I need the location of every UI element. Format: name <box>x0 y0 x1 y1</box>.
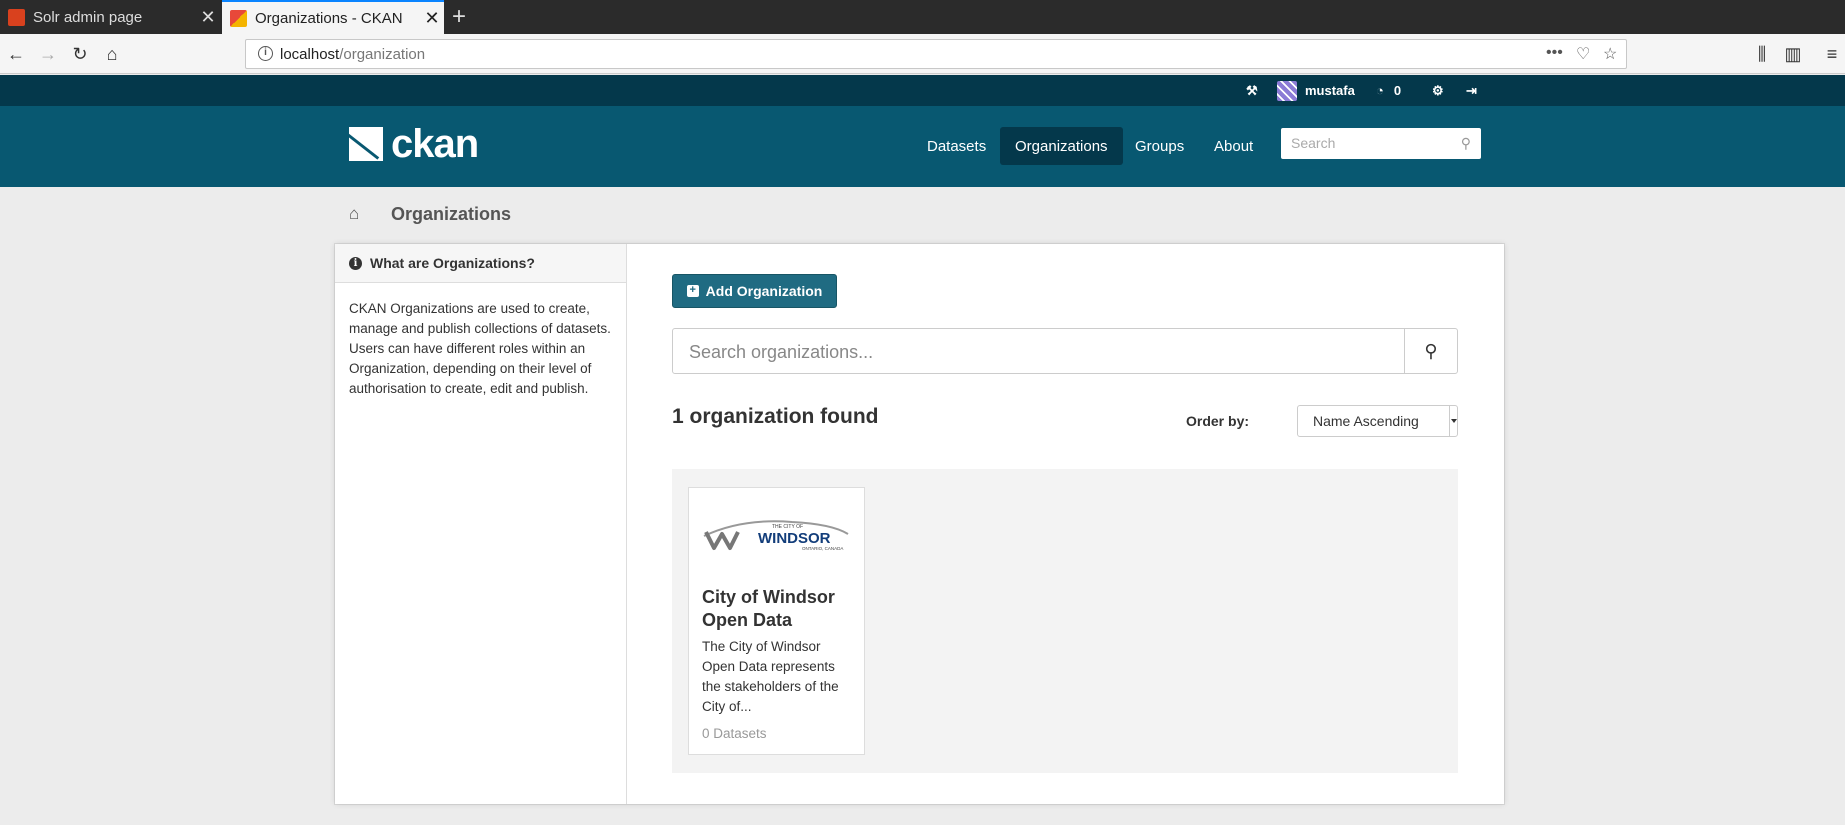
home-icon[interactable]: ⌂ <box>100 42 124 66</box>
search-submit-button[interactable]: ⚲ <box>1404 329 1457 373</box>
plus-square-icon: + <box>686 285 699 297</box>
logo-small-bottom: ONTARIO, CANADA <box>802 546 843 551</box>
close-icon[interactable]: ✕ <box>420 8 444 29</box>
organization-name[interactable]: City of Windsor Open Data <box>702 586 852 632</box>
nav-organizations[interactable]: Organizations <box>1000 127 1123 165</box>
add-organization-button[interactable]: + Add Organization <box>672 274 837 308</box>
sidebar-heading-text: What are Organizations? <box>370 255 535 271</box>
new-tab-icon[interactable]: + <box>452 3 466 31</box>
library-icon[interactable]: ⫼ <box>1750 42 1774 66</box>
more-icon[interactable]: ••• <box>1546 44 1563 62</box>
gear-icon[interactable]: ⚙ <box>1432 75 1444 106</box>
menu-icon[interactable]: ≡ <box>1820 42 1844 66</box>
close-icon[interactable]: ✕ <box>196 7 220 28</box>
avatar <box>1277 80 1297 101</box>
order-by-label: Order by: <box>1186 413 1250 429</box>
tab-title: Solr admin page <box>33 8 143 26</box>
sidebar-heading: i What are Organizations? <box>335 244 626 283</box>
user-link[interactable]: mustafa <box>1277 75 1355 106</box>
nav-groups[interactable]: Groups <box>1120 127 1199 165</box>
logo-word: WINDSOR <box>758 530 831 547</box>
tab-title: Organizations - CKAN <box>255 9 403 27</box>
organization-card[interactable]: THE CITY OF WINDSOR ONTARIO, CANADA City… <box>688 487 865 755</box>
reload-icon[interactable]: ↻ <box>68 42 92 66</box>
masthead: ckan Datasets Organizations Groups About… <box>0 106 1845 187</box>
solr-favicon-icon <box>8 8 25 26</box>
url-bar[interactable]: i localhost/organization ••• ♡ ☆ <box>245 39 1627 69</box>
dashboard-icon: ◔ <box>1376 83 1384 98</box>
windsor-logo-image: THE CITY OF WINDSOR ONTARIO, CANADA <box>703 520 849 551</box>
organization-dataset-count: 0 Datasets <box>702 726 767 741</box>
breadcrumb-home-icon[interactable]: ⌂ <box>349 204 359 224</box>
add-organization-label: Add Organization <box>705 283 823 299</box>
order-by-select[interactable]: Name Ascending <box>1297 405 1458 437</box>
nav-datasets[interactable]: Datasets <box>912 127 1001 165</box>
account-bar: ⚒ mustafa ◔ 0 ⚙ ⇥ <box>0 75 1845 106</box>
browser-tab-bar: Solr admin page ✕ Organizations - CKAN ✕… <box>0 0 1845 34</box>
logo-text: ckan <box>391 122 479 166</box>
back-arrow-icon[interactable]: ← <box>4 42 28 66</box>
organization-list: THE CITY OF WINDSOR ONTARIO, CANADA City… <box>672 469 1458 773</box>
ckan-logo[interactable]: ckan <box>349 122 479 166</box>
nav-about[interactable]: About <box>1199 127 1268 165</box>
organization-description: The City of Windsor Open Data represents… <box>702 639 839 714</box>
main-wrapper: i What are Organizations? CKAN Organizat… <box>335 244 1504 804</box>
sidebar-description: CKAN Organizations are used to create, m… <box>349 301 611 396</box>
primary-content: + Add Organization Search organizations.… <box>627 244 1504 804</box>
sysadmin-hammer-icon[interactable]: ⚒ <box>1246 75 1258 106</box>
order-by-value: Name Ascending <box>1313 413 1419 429</box>
logout-icon[interactable]: ⇥ <box>1466 75 1477 106</box>
search-placeholder: Search <box>1291 135 1336 151</box>
browser-tab-solr[interactable]: Solr admin page ✕ <box>0 0 220 34</box>
ckan-favicon-icon <box>230 9 247 27</box>
results-count: 1 organization found <box>672 405 879 428</box>
sidebar-icon[interactable]: ▥ <box>1781 42 1805 66</box>
browser-nav-bar: ← → ↻ ⌂ i localhost/organization ••• ♡ ☆… <box>0 34 1845 74</box>
chevron-down-icon <box>1449 406 1457 436</box>
search-placeholder: Search organizations... <box>689 342 874 362</box>
pocket-icon[interactable]: ♡ <box>1576 44 1590 64</box>
url-text: localhost/organization <box>280 46 426 63</box>
secondary-sidebar: i What are Organizations? CKAN Organizat… <box>335 244 627 804</box>
browser-tab-ckan[interactable]: Organizations - CKAN ✕ <box>222 0 444 34</box>
info-icon[interactable]: i <box>258 46 273 61</box>
dashboard-link[interactable]: ◔ 0 <box>1376 75 1401 106</box>
forward-arrow-icon[interactable]: → <box>36 42 60 66</box>
bookmark-star-icon[interactable]: ☆ <box>1603 44 1617 64</box>
dashboard-count: 0 <box>1393 83 1402 98</box>
info-circle-icon: i <box>349 256 362 270</box>
site-search-input[interactable]: Search ⚲ <box>1281 128 1481 159</box>
search-icon[interactable]: ⚲ <box>1461 135 1471 152</box>
username: mustafa <box>1305 83 1355 98</box>
ckan-logo-icon <box>349 127 383 161</box>
breadcrumb-current[interactable]: Organizations <box>391 204 511 225</box>
search-organizations-input[interactable]: Search organizations... ⚲ <box>672 328 1458 374</box>
